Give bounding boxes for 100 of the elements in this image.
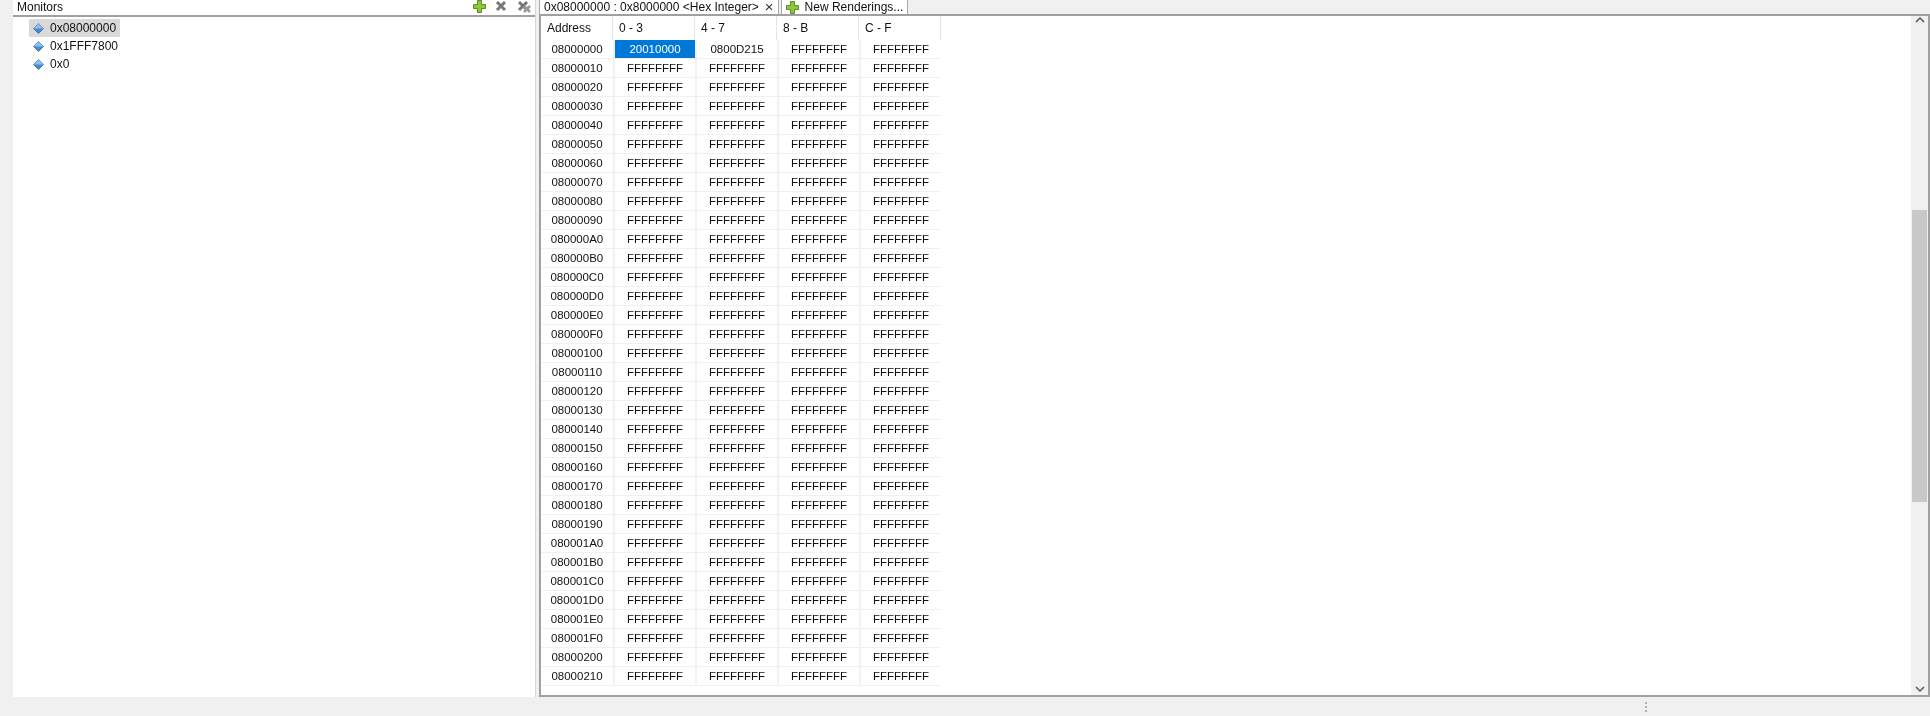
memory-cell[interactable]: FFFFFFFF: [695, 401, 777, 420]
column-header[interactable]: 4 - 7: [695, 16, 777, 40]
memory-cell[interactable]: FFFFFFFF: [695, 135, 777, 154]
memory-cell[interactable]: FFFFFFFF: [859, 135, 941, 154]
memory-cell[interactable]: FFFFFFFF: [695, 420, 777, 439]
memory-cell[interactable]: FFFFFFFF: [613, 477, 695, 496]
memory-cell[interactable]: FFFFFFFF: [695, 116, 777, 135]
memory-cell[interactable]: FFFFFFFF: [613, 268, 695, 287]
memory-cell[interactable]: FFFFFFFF: [859, 59, 941, 78]
memory-cell[interactable]: FFFFFFFF: [613, 401, 695, 420]
address-cell[interactable]: 08000060: [541, 154, 613, 173]
monitor-item[interactable]: 0x08000000: [29, 19, 121, 37]
memory-cell[interactable]: FFFFFFFF: [613, 249, 695, 268]
address-cell[interactable]: 080001E0: [541, 610, 613, 629]
memory-cell[interactable]: FFFFFFFF: [859, 78, 941, 97]
memory-cell[interactable]: FFFFFFFF: [613, 97, 695, 116]
column-header[interactable]: C - F: [859, 16, 941, 40]
address-cell[interactable]: 08000190: [541, 515, 613, 534]
memory-cell[interactable]: FFFFFFFF: [777, 382, 859, 401]
close-icon[interactable]: ×: [764, 1, 774, 13]
memory-cell[interactable]: FFFFFFFF: [695, 192, 777, 211]
memory-cell[interactable]: FFFFFFFF: [777, 230, 859, 249]
memory-cell[interactable]: FFFFFFFF: [859, 268, 941, 287]
memory-cell[interactable]: FFFFFFFF: [613, 344, 695, 363]
memory-cell[interactable]: FFFFFFFF: [777, 287, 859, 306]
memory-cell[interactable]: FFFFFFFF: [613, 78, 695, 97]
memory-cell[interactable]: FFFFFFFF: [859, 439, 941, 458]
memory-cell[interactable]: FFFFFFFF: [695, 287, 777, 306]
address-cell[interactable]: 080000D0: [541, 287, 613, 306]
memory-cell[interactable]: FFFFFFFF: [777, 211, 859, 230]
memory-cell[interactable]: 20010000: [613, 40, 695, 59]
memory-cell[interactable]: FFFFFFFF: [613, 287, 695, 306]
memory-cell[interactable]: FFFFFFFF: [613, 363, 695, 382]
memory-cell[interactable]: FFFFFFFF: [613, 667, 695, 686]
memory-cell[interactable]: FFFFFFFF: [695, 325, 777, 344]
remove-monitor-button[interactable]: [495, 0, 509, 13]
memory-cell[interactable]: FFFFFFFF: [695, 268, 777, 287]
address-cell[interactable]: 08000080: [541, 192, 613, 211]
memory-cell[interactable]: FFFFFFFF: [695, 249, 777, 268]
memory-cell[interactable]: FFFFFFFF: [859, 420, 941, 439]
memory-cell[interactable]: FFFFFFFF: [859, 173, 941, 192]
memory-cell[interactable]: FFFFFFFF: [859, 610, 941, 629]
memory-cell[interactable]: FFFFFFFF: [613, 420, 695, 439]
memory-cell[interactable]: FFFFFFFF: [777, 610, 859, 629]
memory-cell[interactable]: FFFFFFFF: [695, 496, 777, 515]
memory-cell[interactable]: FFFFFFFF: [777, 420, 859, 439]
memory-cell[interactable]: FFFFFFFF: [695, 648, 777, 667]
memory-cell[interactable]: FFFFFFFF: [695, 344, 777, 363]
memory-cell[interactable]: FFFFFFFF: [777, 401, 859, 420]
address-cell[interactable]: 080001A0: [541, 534, 613, 553]
memory-cell[interactable]: FFFFFFFF: [859, 477, 941, 496]
memory-cell[interactable]: FFFFFFFF: [613, 230, 695, 249]
memory-cell[interactable]: FFFFFFFF: [613, 629, 695, 648]
memory-cell[interactable]: FFFFFFFF: [695, 173, 777, 192]
new-renderings-tab[interactable]: New Renderings...: [780, 0, 909, 14]
memory-cell[interactable]: FFFFFFFF: [777, 591, 859, 610]
address-cell[interactable]: 08000140: [541, 420, 613, 439]
memory-cell[interactable]: FFFFFFFF: [777, 477, 859, 496]
memory-cell[interactable]: FFFFFFFF: [777, 40, 859, 59]
remove-all-button[interactable]: [517, 0, 531, 13]
address-cell[interactable]: 08000150: [541, 439, 613, 458]
address-cell[interactable]: 08000090: [541, 211, 613, 230]
memory-cell[interactable]: FFFFFFFF: [613, 192, 695, 211]
memory-cell[interactable]: FFFFFFFF: [859, 325, 941, 344]
memory-cell[interactable]: FFFFFFFF: [695, 553, 777, 572]
memory-cell[interactable]: FFFFFFFF: [695, 515, 777, 534]
memory-cell[interactable]: FFFFFFFF: [613, 154, 695, 173]
memory-cell[interactable]: FFFFFFFF: [859, 496, 941, 515]
memory-cell[interactable]: FFFFFFFF: [859, 591, 941, 610]
memory-cell[interactable]: FFFFFFFF: [777, 97, 859, 116]
memory-cell[interactable]: FFFFFFFF: [695, 211, 777, 230]
memory-cell[interactable]: FFFFFFFF: [613, 325, 695, 344]
memory-cell[interactable]: FFFFFFFF: [613, 648, 695, 667]
memory-cell[interactable]: FFFFFFFF: [777, 325, 859, 344]
address-cell[interactable]: 08000160: [541, 458, 613, 477]
memory-cell[interactable]: FFFFFFFF: [695, 534, 777, 553]
address-cell[interactable]: 08000040: [541, 116, 613, 135]
memory-cell[interactable]: FFFFFFFF: [613, 439, 695, 458]
address-cell[interactable]: 08000100: [541, 344, 613, 363]
memory-cell[interactable]: FFFFFFFF: [859, 629, 941, 648]
address-cell[interactable]: 08000070: [541, 173, 613, 192]
memory-cell[interactable]: FFFFFFFF: [859, 249, 941, 268]
memory-cell[interactable]: FFFFFFFF: [859, 534, 941, 553]
memory-cell[interactable]: FFFFFFFF: [777, 249, 859, 268]
address-cell[interactable]: 08000180: [541, 496, 613, 515]
memory-cell[interactable]: FFFFFFFF: [859, 401, 941, 420]
memory-cell[interactable]: FFFFFFFF: [695, 382, 777, 401]
memory-cell[interactable]: FFFFFFFF: [777, 363, 859, 382]
memory-cell[interactable]: FFFFFFFF: [695, 97, 777, 116]
memory-cell[interactable]: FFFFFFFF: [777, 648, 859, 667]
address-cell[interactable]: 080000B0: [541, 249, 613, 268]
memory-cell[interactable]: FFFFFFFF: [777, 268, 859, 287]
memory-cell[interactable]: FFFFFFFF: [777, 154, 859, 173]
memory-cell[interactable]: FFFFFFFF: [613, 515, 695, 534]
vertical-scrollbar[interactable]: [1911, 16, 1928, 695]
memory-cell[interactable]: FFFFFFFF: [777, 173, 859, 192]
memory-cell[interactable]: FFFFFFFF: [777, 135, 859, 154]
memory-cell[interactable]: FFFFFFFF: [859, 363, 941, 382]
memory-cell[interactable]: FFFFFFFF: [695, 154, 777, 173]
memory-cell[interactable]: FFFFFFFF: [777, 515, 859, 534]
